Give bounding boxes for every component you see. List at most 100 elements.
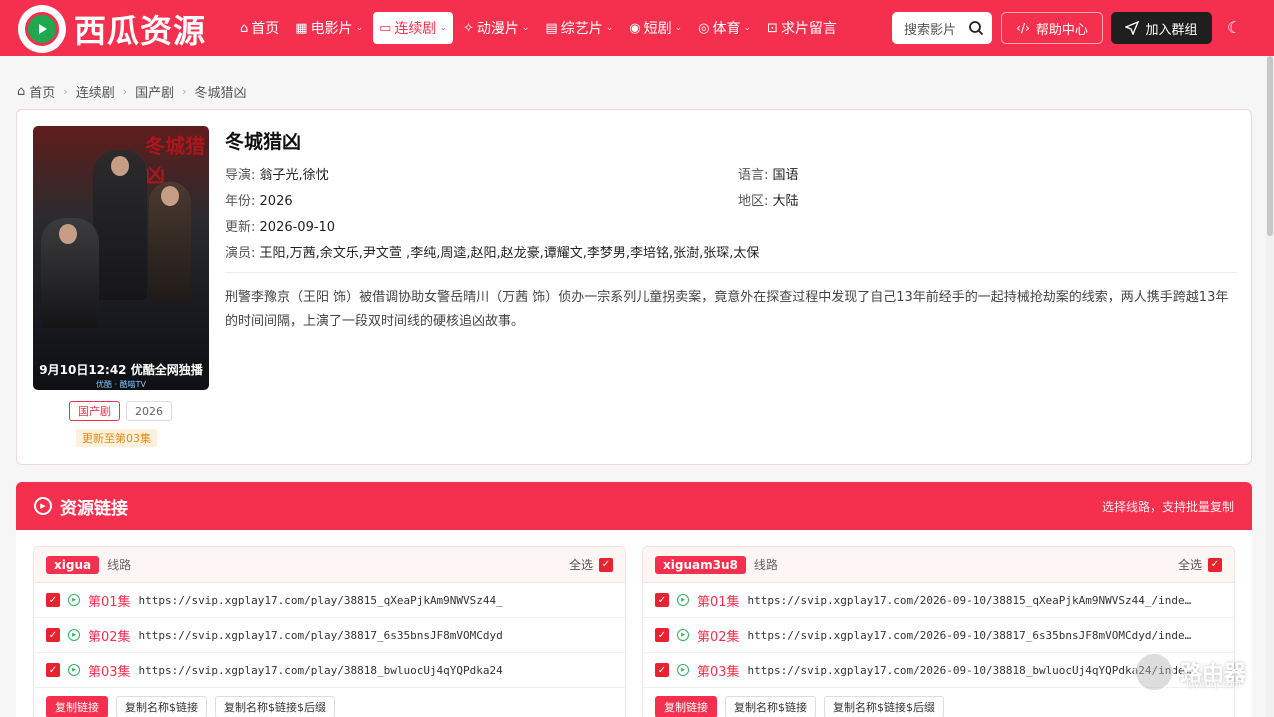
help-center-button[interactable]: ‹/› 帮助中心 [1001,12,1103,44]
watermark-sub: luyouqi.com [1186,680,1242,690]
home-icon: ⌂ [240,20,249,36]
router-logo-icon [1134,652,1174,692]
copy-links-button[interactable]: 复制链接 [655,696,717,717]
breadcrumb-current: 冬城猎凶 [194,86,247,101]
nav-item-home[interactable]: ⌂ 首页 [234,12,285,44]
play-icon: ▶ [677,594,689,606]
chevron-down-icon: ⌄ [439,23,447,33]
episode-row[interactable]: ✓ ▶ 第02集 https://svip.xgplay17.com/2026-09-… [643,618,1234,653]
poster-face [111,156,129,176]
episode-name: 第01集 [697,594,740,610]
home-icon: ⌂ [17,84,26,99]
checkbox-checked-icon[interactable]: ✓ [46,663,60,677]
join-group-button[interactable]: 加入群组 [1111,12,1212,44]
episode-url[interactable]: https://svip.xgplay17.com/2026-09-10/388… [748,629,1192,642]
episode-row[interactable]: ✓ ▶ 第02集 https://svip.xgplay17.com/play/388… [34,618,625,653]
nav-item-anime[interactable]: ✧ 动漫片 ⌄ [457,12,535,44]
source-name-badge: xiguam3u8 [655,555,746,574]
page-scrollbar[interactable] [1266,56,1274,717]
nav-item-sports[interactable]: ◎ 体育 ⌄ [692,12,757,44]
episode-url[interactable]: https://svip.xgplay17.com/play/38817_6s3… [139,629,503,642]
play-circle-icon: ▶ [34,497,52,515]
play-icon: ▶ [68,629,80,641]
checkbox-checked-icon[interactable]: ✓ [46,628,60,642]
select-all-toggle[interactable]: 全选 ✓ [1178,556,1222,573]
nav-item-movies[interactable]: ▦ 电影片 ⌄ [289,12,369,44]
line-actions: 复制链接 复制名称$链接 复制名称$链接$后缀 [643,688,1234,717]
play-icon: ▶ [68,594,80,606]
checkbox-checked-icon[interactable]: ✓ [655,628,669,642]
episode-name: 第01集 [88,594,131,610]
play-icon: ▶ [677,664,689,676]
copy-name-link-button[interactable]: 复制名称$链接 [725,696,816,717]
cast-value: 王阳,万茜,余文乐,尹文萱 ,李纯,周逵,赵阳,赵龙豪,谭耀文,李梦男,李培铭,… [259,246,760,261]
episode-row[interactable]: ✓ ▶ 第01集 https://svip.xgplay17.com/play/388… [34,583,625,618]
copy-name-link-button[interactable]: 复制名称$链接 [116,696,207,717]
episode-url[interactable]: https://svip.xgplay17.com/2026-09-10/388… [748,594,1192,607]
cast-field: 演员: 王阳,万茜,余文乐,尹文萱 ,李纯,周逵,赵阳,赵龙豪,谭耀文,李梦男,… [225,242,759,261]
episode-row[interactable]: ✓ ▶ 第03集 https://svip.xgplay17.com/play/388… [34,653,625,688]
nav-item-request[interactable]: ⊡ 求片留言 [761,12,843,44]
description: 刑警李豫京（王阳 饰）被借调协助女警岳晴川（万茜 饰）侦办一宗系列儿童拐卖案，竟… [225,290,1229,329]
site-logo[interactable]: 西瓜资源 [18,5,206,53]
search-input[interactable]: 搜索影片 [892,12,992,44]
search-placeholder: 搜索影片 [904,22,957,38]
poster-image: 冬城猎凶 9月10日12:42 优酷全网独播 优酷 · 酷喵TV [33,126,209,390]
field-key: 年份: [225,194,256,209]
region-field: 地区: 大陆 [738,190,799,209]
copy-name-link-suffix-button[interactable]: 复制名称$链接$后缀 [215,696,335,717]
checkbox-checked-icon[interactable]: ✓ [46,593,60,607]
page-title: 冬城猎凶 [225,131,302,153]
checkbox-checked-icon[interactable]: ✓ [599,557,613,572]
nav-item-variety[interactable]: ▤ 综艺片 ⌄ [539,12,619,44]
checkbox-checked-icon[interactable]: ✓ [1208,557,1222,572]
resource-title: 资源链接 [60,498,128,519]
nav-item-short[interactable]: ◉ 短剧 ⌄ [623,12,688,44]
director-value: 翁子光,徐忱 [259,168,329,183]
episode-name: 第03集 [88,664,131,680]
copy-links-button[interactable]: 复制链接 [46,696,108,717]
checkbox-checked-icon[interactable]: ✓ [655,663,669,677]
year-tag[interactable]: 2026 [126,401,172,421]
nav-label: 电影片 [310,21,353,37]
main-nav: ⌂ 首页 ▦ 电影片 ⌄ ▭ 连续剧 ⌄ ✧ 动漫片 ⌄ ▤ 综艺片 ⌄ ◉ 短剧 ⌄ ◎ 体育 ⌄ ⊡ 求… [234,12,847,44]
episode-name: 第02集 [697,629,740,645]
line-label: 线路 [107,558,132,572]
checkbox-checked-icon[interactable]: ✓ [655,593,669,607]
tag-list: 国产剧 2026 [69,401,178,421]
episode-url[interactable]: https://svip.xgplay17.com/play/38818_bwl… [139,664,503,677]
breadcrumb-home[interactable]: 首页 [29,82,55,101]
chevron-down-icon: ⌄ [521,23,530,33]
chevron-right-icon: › [122,85,128,98]
nav-label: 动漫片 [476,21,519,37]
copy-name-link-suffix-button[interactable]: 复制名称$链接$后缀 [824,696,944,717]
nav-label: 连续剧 [394,21,437,37]
site-name: 西瓜资源 [74,12,207,50]
genre-tag[interactable]: 国产剧 [69,401,120,421]
breadcrumb-domestic[interactable]: 国产剧 [135,82,174,101]
watermark: 路由器 luyouqi.com [1134,652,1246,692]
episode-url[interactable]: https://svip.xgplay17.com/2026-09-10/388… [748,664,1192,677]
nav-item-series[interactable]: ▭ 连续剧 ⌄ [373,12,453,44]
film-icon: ▦ [295,20,308,36]
region-value: 大陆 [772,194,799,209]
director-field: 导演: 翁子光,徐忱 [225,164,329,183]
search-icon[interactable] [968,20,984,36]
language-field: 语言: 国语 [738,164,799,183]
breadcrumb-series[interactable]: 连续剧 [76,82,115,101]
nav-label: 短剧 [643,21,672,37]
updated-field: 更新: 2026-09-10 [225,216,335,235]
scrollbar-thumb[interactable] [1267,56,1273,236]
episode-url[interactable]: https://svip.xgplay17.com/play/38815_qXe… [139,594,503,607]
moon-icon[interactable]: ☾ [1227,18,1241,37]
sports-icon: ◎ [698,20,710,36]
select-all-toggle[interactable]: 全选 ✓ [569,556,613,573]
resource-hint: 选择线路，支持批量复制 [1101,499,1234,514]
episode-row[interactable]: ✓ ▶ 第01集 https://svip.xgplay17.com/2026-09-… [643,583,1234,618]
language-value: 国语 [772,168,799,183]
resource-header: ▶ 资源链接 选择线路，支持批量复制 [16,482,1252,530]
chevron-right-icon: › [63,85,68,98]
line-actions: 复制链接 复制名称$链接 复制名称$链接$后缀 [34,688,625,717]
nav-label: 首页 [251,21,280,37]
line-header: xigua 线路 全选 ✓ [34,547,625,583]
